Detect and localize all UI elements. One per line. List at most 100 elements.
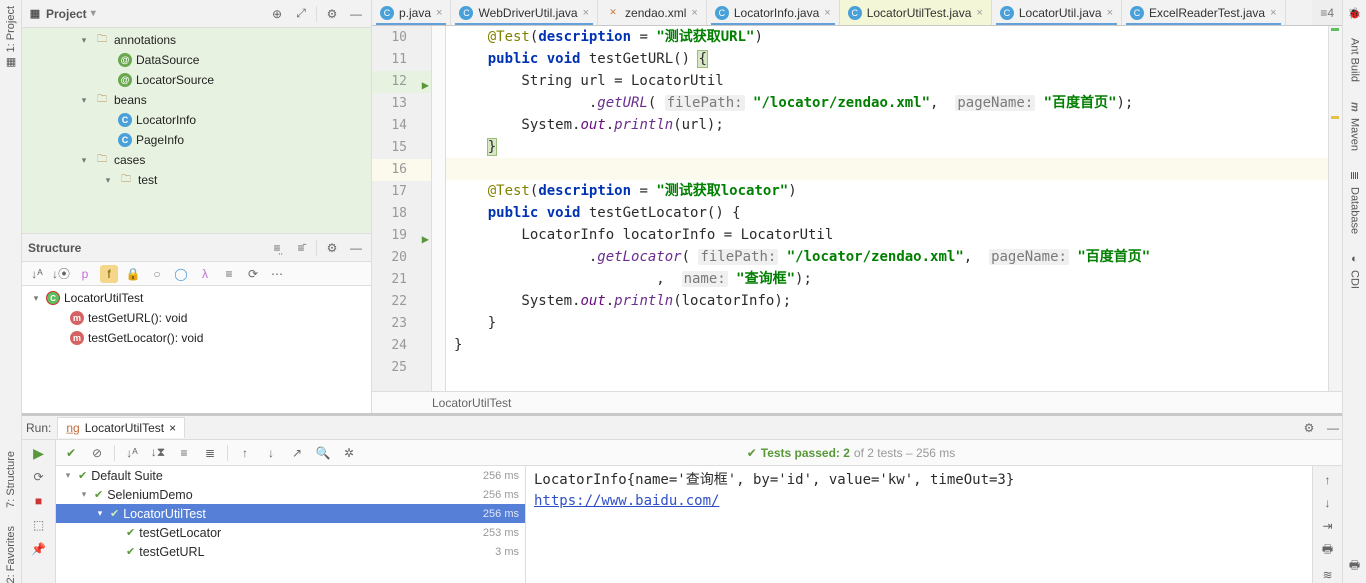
hide-icon[interactable]: — <box>347 5 365 23</box>
editor-gutter[interactable]: 101112▶13141516171819▶202122232425 <box>372 26 432 391</box>
tab-overflow[interactable]: ≡4 <box>1312 0 1342 25</box>
sort-visibility-icon[interactable]: ↓⦿ <box>52 265 70 283</box>
code-line[interactable] <box>446 356 1328 378</box>
collapse-all-icon[interactable]: ≣ <box>201 444 219 462</box>
editor-tab[interactable]: CWebDriverUtil.java× <box>451 0 598 25</box>
editor-tab[interactable]: CLocatorUtilTest.java× <box>840 0 992 25</box>
toggle-auto-icon[interactable]: ⟳ <box>30 468 48 486</box>
code-line[interactable]: System.out.println(url); <box>446 114 1328 136</box>
test-row[interactable]: ▾✔LocatorUtilTest256 ms <box>56 504 525 523</box>
print-icon[interactable]: 🖶 <box>1319 542 1337 560</box>
gutter-line[interactable]: 14 <box>372 115 431 137</box>
chevron-icon[interactable]: ▾ <box>30 293 42 304</box>
close-icon[interactable]: × <box>583 7 589 19</box>
code-line[interactable]: .getURL( filePath: "/locator/zendao.xml"… <box>446 92 1328 114</box>
hide-icon[interactable]: — <box>347 239 365 257</box>
tree-item[interactable]: ▾🗀cases <box>22 150 371 170</box>
code-line[interactable]: public void testGetURL() { <box>446 48 1328 70</box>
history-icon[interactable]: ✲ <box>340 444 358 462</box>
favorites-tool-button[interactable]: 2: Favorites <box>5 526 17 583</box>
project-pane-title[interactable]: ▦Project ▾ <box>28 7 96 21</box>
tree-item[interactable]: ▾🗀test <box>22 170 371 190</box>
gutter-line[interactable]: 13 <box>372 93 431 115</box>
gutter-line[interactable]: 18 <box>372 203 431 225</box>
pin-icon[interactable]: 📌 <box>30 540 48 558</box>
project-tool-button[interactable]: ▦1: Project <box>4 6 18 70</box>
gear-icon[interactable]: ⚙ <box>1300 419 1318 437</box>
show-passed-icon[interactable]: ✔ <box>62 444 80 462</box>
chevron-icon[interactable]: ▾ <box>78 35 90 46</box>
close-icon[interactable]: × <box>1270 7 1276 19</box>
chevron-icon[interactable]: ▾ <box>102 175 114 186</box>
gutter-line[interactable]: 20 <box>372 247 431 269</box>
project-tree[interactable]: ▾🗀annotations@DataSource@LocatorSource▾🗀… <box>22 28 371 233</box>
sort-alpha-icon[interactable]: ↓ᴬ <box>28 265 46 283</box>
code-line[interactable] <box>446 158 1328 180</box>
code-line[interactable]: } <box>446 136 1328 158</box>
gutter-line[interactable]: 24 <box>372 335 431 357</box>
gutter-line[interactable]: 19▶ <box>372 225 431 247</box>
code-line[interactable]: } <box>446 312 1328 334</box>
autoscroll-icon[interactable]: ⟳ <box>244 265 262 283</box>
tree-item[interactable]: mtestGetURL(): void <box>22 308 371 328</box>
editor-tab[interactable]: CLocatorInfo.java× <box>707 0 840 25</box>
print-icon[interactable]: 🖶 <box>1346 557 1364 575</box>
code-line[interactable]: System.out.println(locatorInfo); <box>446 290 1328 312</box>
code-line[interactable]: .getLocator( filePath: "/locator/zendao.… <box>446 246 1328 268</box>
editor-tab[interactable]: CExcelReaderTest.java× <box>1122 0 1286 25</box>
close-icon[interactable]: × <box>824 7 830 19</box>
console-link[interactable]: https://www.baidu.com/ <box>534 493 719 509</box>
close-icon[interactable]: × <box>169 421 176 435</box>
chevron-icon[interactable]: ▾ <box>62 470 74 481</box>
chevron-icon[interactable]: ▾ <box>78 95 90 106</box>
close-icon[interactable]: × <box>976 7 982 19</box>
cdi-tool-button[interactable]: ◐CDI <box>1348 252 1362 289</box>
expand-all-icon[interactable]: ≡ <box>175 444 193 462</box>
code-line[interactable]: @Test(description = "测试获取URL") <box>446 26 1328 48</box>
gutter-line[interactable]: 23 <box>372 313 431 335</box>
run-tab[interactable]: n̲gLocatorUtilTest× <box>57 417 185 438</box>
test-row[interactable]: ▾✔Default Suite256 ms <box>56 466 525 485</box>
gutter-line[interactable]: 11 <box>372 49 431 71</box>
code-editor[interactable]: @Test(description = "测试获取URL") public vo… <box>446 26 1328 391</box>
import-icon[interactable]: 🔍 <box>314 444 332 462</box>
hide-icon[interactable]: — <box>1324 419 1342 437</box>
close-icon[interactable]: × <box>436 7 442 19</box>
tree-item[interactable]: ▾🗀annotations <box>22 30 371 50</box>
tree-item[interactable]: @DataSource <box>22 50 371 70</box>
stop-icon[interactable]: ■ <box>30 492 48 510</box>
chevron-icon[interactable]: ▾ <box>94 508 106 519</box>
code-line[interactable]: public void testGetLocator() { <box>446 202 1328 224</box>
show-properties-icon[interactable]: p <box>76 265 94 283</box>
tree-item[interactable]: mtestGetLocator(): void <box>22 328 371 348</box>
structure-tool-button[interactable]: 7: Structure <box>5 451 17 508</box>
test-row[interactable]: ✔testGetLocator253 ms <box>56 523 525 542</box>
gutter-line[interactable]: 22 <box>372 291 431 313</box>
chevron-icon[interactable]: ▾ <box>78 155 90 166</box>
structure-tree[interactable]: ▾CLocatorUtilTestmtestGetURL(): voidmtes… <box>22 286 371 413</box>
autoscroll-source-icon[interactable]: ⋯ <box>268 265 286 283</box>
close-icon[interactable]: × <box>1107 7 1113 19</box>
sort-icon[interactable]: ↓ᴬ <box>123 444 141 462</box>
code-line[interactable]: LocatorInfo locatorInfo = LocatorUtil <box>446 224 1328 246</box>
export-icon[interactable]: ↗ <box>288 444 306 462</box>
show-anon-icon[interactable]: ○ <box>148 265 166 283</box>
dump-icon[interactable]: ⬚ <box>30 516 48 534</box>
collapse-icon[interactable]: ⤢ <box>292 5 310 23</box>
gutter-line[interactable]: 16 <box>372 159 431 181</box>
gutter-line[interactable]: 15 <box>372 137 431 159</box>
tree-item[interactable]: ▾CLocatorUtilTest <box>22 288 371 308</box>
clear-icon[interactable]: ≋ <box>1319 568 1337 583</box>
show-inherited-icon[interactable]: 🔒 <box>124 265 142 283</box>
test-row[interactable]: ✔testGetURL3 ms <box>56 542 525 561</box>
maven-tool-button[interactable]: mMaven <box>1348 100 1362 151</box>
gutter-line[interactable]: 21 <box>372 269 431 291</box>
gear-icon[interactable]: ⚙ <box>323 239 341 257</box>
chevron-icon[interactable]: ▾ <box>78 489 90 500</box>
bug-icon[interactable]: 🐞 <box>1348 6 1362 20</box>
show-lambda-icon[interactable]: ◯ <box>172 265 190 283</box>
show-nonpublic-icon[interactable]: λ <box>196 265 214 283</box>
database-tool-button[interactable]: ≣Database <box>1348 169 1362 234</box>
scroll-bottom-icon[interactable]: ↓ <box>1319 495 1337 510</box>
console-output[interactable]: LocatorInfo{name='查询框', by='id', value='… <box>526 466 1312 583</box>
